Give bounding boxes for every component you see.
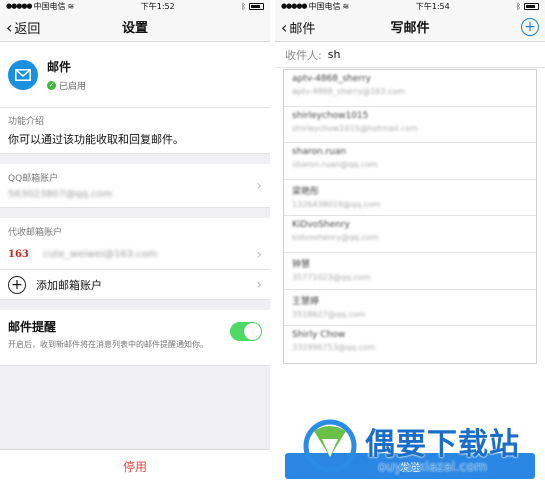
enabled-status: 已启用 xyxy=(59,81,87,92)
contact-name: Shirly Chow xyxy=(292,330,346,341)
back-label: 返回 xyxy=(14,21,41,37)
qq-account-label: QQ邮箱账户 xyxy=(8,174,59,184)
page-title: 设置 xyxy=(121,21,148,36)
recipient-label: 收件人: xyxy=(285,48,322,62)
contact-name: 钟慧 xyxy=(292,259,311,270)
back-label: 邮件 xyxy=(289,21,316,37)
list-item[interactable]: aptv-4868_sherry aptv-4868_sherry@163.com xyxy=(284,70,536,107)
signal-icon: ●●●●● xyxy=(6,2,33,10)
contact-name: sharon.ruan xyxy=(292,147,347,158)
add-mail-account-row[interactable]: + 添加邮箱账户 › xyxy=(0,270,270,300)
contact-email: sharon.ruan@qq.com xyxy=(292,160,378,170)
contact-email: aptv-4868_sherry@163.com xyxy=(292,87,406,96)
contact-email: shirleychow1015@hotmail.com xyxy=(292,123,418,133)
mail-reminder-row: 邮件提醒 开启后，收到新邮件将在消息列表中的邮件提醒通知你。 xyxy=(0,310,270,366)
nav-bar: ‹ 邮件 写邮件 + xyxy=(275,12,545,42)
carrier-label: 中国电信 xyxy=(308,1,341,11)
wifi-icon: ≋ xyxy=(67,1,75,11)
collect-accounts-header: 代收邮箱账户 xyxy=(0,218,270,240)
signal-icon: ●●●●● xyxy=(281,2,308,10)
list-item[interactable]: 梁艳彤 1326438019@qq.com xyxy=(284,180,536,217)
compose-screen: ●●●●● 中国电信 ≋ 下午1:54 ᛒ ‹ 邮件 写邮件 + 收件人: sh… xyxy=(275,0,545,482)
status-time: 下午1:54 xyxy=(415,1,450,11)
chevron-right-icon: › xyxy=(256,177,262,194)
chevron-left-icon: ‹ xyxy=(281,17,288,37)
chevron-right-icon: › xyxy=(256,276,262,293)
list-item[interactable]: Shirly Chow 331996753@qq.com xyxy=(284,326,536,363)
contact-email: 1326438019@qq.com xyxy=(292,199,381,209)
account-163-row[interactable]: 163 cute_weiwei@163.com › xyxy=(0,240,270,270)
collect-accounts-label: 代收邮箱账户 xyxy=(8,227,63,238)
list-item[interactable]: 王慧婷 3518627@qq.com xyxy=(284,290,536,327)
mail-feature-header: 邮件 ✓ 已启用 xyxy=(0,42,270,108)
contact-name: 梁艳彤 xyxy=(292,186,320,197)
reminder-toggle[interactable] xyxy=(230,322,262,341)
feature-name: 邮件 xyxy=(47,59,72,74)
contact-email: 331996753@qq.com xyxy=(292,343,376,353)
bluetooth-icon: ᛒ xyxy=(241,1,246,11)
contact-email: 3518627@qq.com xyxy=(292,309,366,319)
status-time: 下午1:52 xyxy=(140,1,175,11)
contact-name: KiDvoShenry xyxy=(292,220,350,231)
list-item[interactable]: shirleychow1015 shirleychow1015@hotmail.c… xyxy=(284,107,536,144)
status-bar: ●●●●● 中国电信 ≋ 下午1:54 ᛒ xyxy=(275,0,545,12)
list-item[interactable]: 钟慧 35771023@qq.com xyxy=(284,253,536,290)
chevron-left-icon: ‹ xyxy=(6,17,13,37)
check-icon: ✓ xyxy=(47,80,56,90)
settings-screen: ●●●●● 中国电信 ≋ 下午1:52 ᛒ ‹ 返回 设置 邮件 ✓ 已启用 功… xyxy=(0,0,270,482)
disable-button[interactable]: 停用 xyxy=(0,449,270,482)
contact-name: 王慧婷 xyxy=(292,296,320,307)
recipient-input[interactable]: sh xyxy=(328,48,341,61)
intro-text: 你可以通过该功能收取和回复邮件。 xyxy=(8,133,184,146)
163-logo-icon: 163 xyxy=(8,249,29,260)
nav-bar: ‹ 返回 设置 xyxy=(0,12,270,42)
163-account-email: cute_weiwei@163.com xyxy=(42,249,158,260)
back-button[interactable]: ‹ 邮件 xyxy=(281,12,315,42)
recipient-row[interactable]: 收件人: sh xyxy=(275,42,545,68)
battery-icon xyxy=(249,2,264,10)
send-button[interactable]: 发送 xyxy=(285,453,535,479)
qq-mail-account-row[interactable]: QQ邮箱账户 563023807@qq.com › xyxy=(0,164,270,208)
list-item[interactable]: sharon.ruan sharon.ruan@qq.com xyxy=(284,143,536,180)
contact-email: 35771023@qq.com xyxy=(292,272,371,282)
list-item[interactable]: KiDvoShenry kidvoshenry@qq.com xyxy=(284,216,536,253)
contact-suggestion-list: aptv-4868_sherry aptv-4868_sherry@163.com… xyxy=(283,69,537,364)
reminder-title: 邮件提醒 xyxy=(8,320,57,334)
contact-email: kidvoshenry@qq.com xyxy=(292,233,379,243)
bluetooth-icon: ᛒ xyxy=(516,1,521,11)
contact-name: shirleychow1015 xyxy=(292,110,369,121)
add-contact-button[interactable]: + xyxy=(521,18,539,36)
add-account-label: 添加邮箱账户 xyxy=(36,278,102,292)
mail-envelope-icon xyxy=(8,59,38,90)
status-bar: ●●●●● 中国电信 ≋ 下午1:52 ᛒ xyxy=(0,0,270,12)
battery-icon xyxy=(524,2,539,10)
contact-name: aptv-4868_sherry xyxy=(292,74,371,84)
wifi-icon: ≋ xyxy=(342,1,350,11)
page-title: 写邮件 xyxy=(390,21,430,36)
reminder-description: 开启后，收到新邮件将在消息列表中的邮件提醒通知你。 xyxy=(8,340,208,349)
feature-intro: 功能介绍 你可以通过该功能收取和回复邮件。 xyxy=(0,108,270,154)
intro-label: 功能介绍 xyxy=(8,117,45,127)
qq-account-email: 563023807@qq.com xyxy=(8,189,113,200)
plus-circle-icon: + xyxy=(8,275,26,294)
back-button[interactable]: ‹ 返回 xyxy=(6,12,40,42)
chevron-right-icon: › xyxy=(256,246,262,263)
carrier-label: 中国电信 xyxy=(33,1,66,11)
